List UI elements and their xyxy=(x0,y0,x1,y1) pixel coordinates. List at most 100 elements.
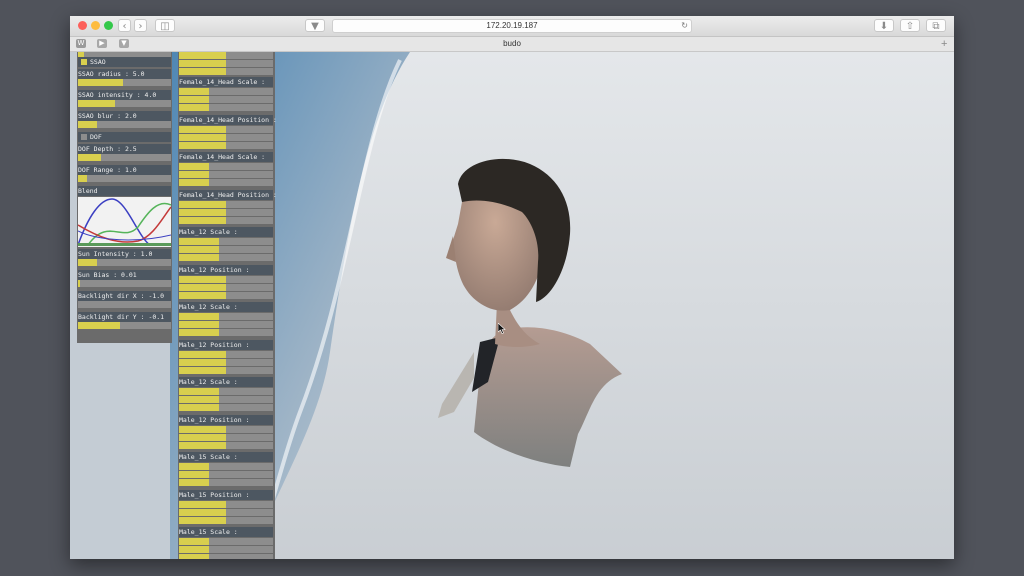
slider-track[interactable] xyxy=(179,313,273,320)
slider-track[interactable] xyxy=(179,358,273,366)
slider-track[interactable] xyxy=(179,171,273,178)
slider-track[interactable] xyxy=(78,175,171,182)
slider-track[interactable] xyxy=(78,79,171,86)
slider-track[interactable] xyxy=(78,280,171,287)
group-label: Male_15 Scale : xyxy=(179,527,273,537)
slider-fill xyxy=(179,471,209,478)
slider-track[interactable] xyxy=(179,516,273,524)
slider-track[interactable] xyxy=(179,104,273,111)
sidebar-icon[interactable]: ◫ xyxy=(155,19,175,32)
slider-label: Sun Intensity : 1.0 xyxy=(78,249,171,259)
slider-partial[interactable] xyxy=(179,52,273,59)
slider-track[interactable] xyxy=(179,133,273,141)
checkbox-ssao-box xyxy=(81,59,87,65)
slider-fill xyxy=(179,96,209,103)
slider-track[interactable] xyxy=(78,301,171,308)
slider-track[interactable] xyxy=(179,283,273,291)
slider-track[interactable] xyxy=(179,141,273,149)
slider-label: SSAO radius : 5.0 xyxy=(78,69,171,79)
chevron-left-icon[interactable]: ‹ xyxy=(118,19,131,32)
slider-fill xyxy=(179,200,226,208)
slider-track[interactable] xyxy=(78,121,171,128)
slider-track[interactable] xyxy=(179,388,273,395)
slider-track[interactable] xyxy=(179,441,273,449)
slider-track[interactable] xyxy=(78,322,171,329)
slider-track[interactable] xyxy=(179,471,273,478)
slider-fill xyxy=(78,154,101,161)
slider-fill xyxy=(179,516,226,524)
slider-track[interactable] xyxy=(179,396,273,403)
slider-track[interactable] xyxy=(179,208,273,216)
slider-track[interactable] xyxy=(179,508,273,516)
slider-track[interactable] xyxy=(179,329,273,336)
slider-fill xyxy=(78,100,115,107)
share-icon[interactable]: ⇧ xyxy=(900,19,920,32)
slider-track[interactable] xyxy=(179,554,273,559)
chevron-right-icon[interactable]: › xyxy=(134,19,147,32)
slider-track[interactable] xyxy=(179,321,273,328)
group-label: Male_12 Position : xyxy=(179,414,273,425)
blend-curves xyxy=(77,198,172,246)
slider-track[interactable] xyxy=(179,96,273,103)
group-label: Male_12 Scale : xyxy=(179,302,273,312)
slider-label: Backlight dir Y : -0.1 xyxy=(78,312,171,322)
slider-fill xyxy=(179,554,209,559)
slider-track[interactable] xyxy=(179,404,273,411)
webgl-viewport[interactable]: SSAO SSAO radius : 5.0 SSAO intensity : 4.… xyxy=(70,52,954,559)
slider-partial[interactable] xyxy=(179,68,273,75)
slider-track[interactable] xyxy=(78,100,171,107)
slider-track[interactable] xyxy=(179,216,273,224)
checkbox-dof[interactable]: DOF xyxy=(78,132,171,142)
slider-fill xyxy=(179,508,226,516)
download-icon[interactable]: ⬇ xyxy=(874,19,894,32)
slider-track[interactable] xyxy=(179,425,273,433)
tab-bar: W ▶ ▼ budo + xyxy=(70,37,954,52)
slider-fill xyxy=(179,313,219,320)
slider-track[interactable] xyxy=(179,291,273,299)
slider-track[interactable] xyxy=(179,433,273,441)
close-window-button[interactable] xyxy=(78,21,87,30)
settings-panel: SSAO SSAO radius : 5.0 SSAO intensity : 4.… xyxy=(77,52,172,343)
browser-window: ‹ › ◫ ▼ 172.20.19.187 ↻ ⬇ ⇧ ⧉ W ▶ ▼ budo… xyxy=(70,16,954,559)
slider-track[interactable] xyxy=(179,163,273,170)
slider-track[interactable] xyxy=(179,275,273,283)
slider-track[interactable] xyxy=(179,246,273,253)
slider-fill xyxy=(179,246,219,253)
blend-curve-graph[interactable] xyxy=(77,197,172,247)
slider-fill xyxy=(179,208,226,216)
slider-track[interactable] xyxy=(179,479,273,486)
slider-partial[interactable] xyxy=(179,60,273,67)
slider-track[interactable] xyxy=(179,366,273,374)
minimize-window-button[interactable] xyxy=(91,21,100,30)
new-tab-button[interactable]: + xyxy=(941,37,947,51)
slider-label: SSAO intensity : 4.0 xyxy=(78,90,171,100)
pocket-icon[interactable]: ▼ xyxy=(305,19,325,32)
slider-track[interactable] xyxy=(179,88,273,95)
tabs-icon[interactable]: ⧉ xyxy=(926,19,946,32)
slider-track[interactable] xyxy=(179,254,273,261)
slider-fill xyxy=(179,141,226,149)
slider-track[interactable] xyxy=(78,154,171,161)
slider-track[interactable] xyxy=(78,259,171,266)
slider-fill xyxy=(78,121,97,128)
tab-title[interactable]: budo xyxy=(70,37,954,51)
slider-track[interactable] xyxy=(179,125,273,133)
slider-track[interactable] xyxy=(179,238,273,245)
slider-track[interactable] xyxy=(179,500,273,508)
group-label: Male_12 Scale : xyxy=(179,227,273,237)
zoom-window-button[interactable] xyxy=(104,21,113,30)
slider-fill xyxy=(179,441,226,449)
checkbox-ssao[interactable]: SSAO xyxy=(78,57,171,67)
address-bar[interactable]: 172.20.19.187 ↻ xyxy=(332,19,692,33)
slider-fill xyxy=(78,79,123,86)
slider-fill xyxy=(179,88,209,95)
slider-fill xyxy=(78,175,87,182)
slider-track[interactable] xyxy=(179,546,273,553)
slider-track[interactable] xyxy=(179,350,273,358)
slider-track[interactable] xyxy=(179,538,273,545)
slider-track[interactable] xyxy=(179,200,273,208)
reload-icon[interactable]: ↻ xyxy=(681,20,688,32)
slider-fill xyxy=(179,358,226,366)
slider-track[interactable] xyxy=(179,179,273,186)
slider-track[interactable] xyxy=(179,463,273,470)
